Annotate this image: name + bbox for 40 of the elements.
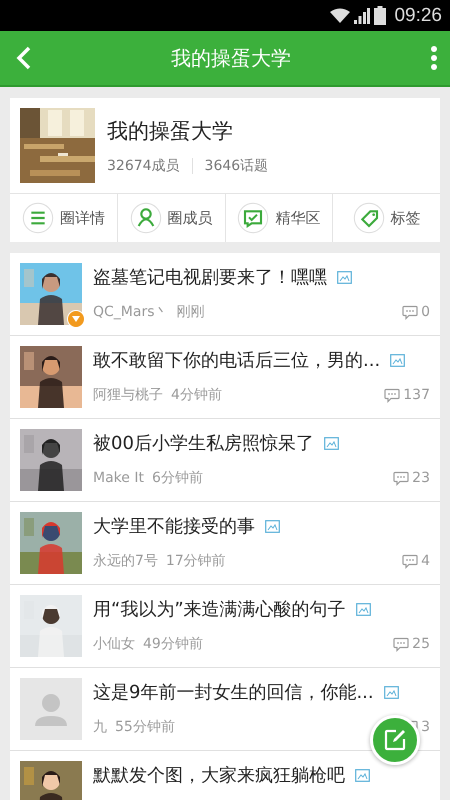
post-time: 49分钟前 [143,635,203,653]
list-icon [22,202,54,234]
header-title: 我的操蛋大学 [171,44,291,72]
back-button[interactable] [16,46,32,70]
comment-icon [402,304,418,320]
more-button[interactable] [430,45,438,71]
post-title[interactable]: 敢不敢留下你的电话后三位，男的... [93,348,380,372]
comment-count: 4 [421,553,430,569]
post-time: 17分钟前 [166,552,226,570]
comment-count: 0 [421,304,430,320]
post-title[interactable]: 被00后小学生私房照惊呆了 [93,431,314,455]
person-icon [130,202,162,234]
post-title[interactable]: 大学里不能接受的事 [93,514,255,538]
wifi-icon [330,8,350,24]
post-time: 刚刚 [176,303,205,321]
tag-icon [352,202,385,234]
member-count: 32674成员 [107,156,180,174]
comment-count: 25 [412,636,430,652]
chat-bubble-icon [237,202,270,234]
post-title[interactable]: 默默发个图，大家来疯狂躺枪吧 [93,763,345,787]
battery-icon [374,6,386,25]
post-title[interactable]: 这是9年前一封女生的回信，你能... [93,680,374,704]
comment-count: 23 [412,470,430,486]
post-time: 55分钟前 [115,718,175,736]
topic-count: 3646话题 [204,156,268,174]
comment-icon [393,636,410,652]
comment-icon [402,554,418,568]
post-time: 6分钟前 [152,469,203,487]
comment-count: 3 [421,719,430,735]
post-title[interactable]: 用“我以为”来造满满心酸的句子 [93,597,346,621]
default-avatar-icon [20,678,82,740]
group-name: 我的操蛋大学 [107,118,234,144]
comment-icon [393,470,410,486]
comment-icon [384,388,400,402]
post-time: 4分钟前 [171,386,222,404]
post-title[interactable]: 盗墓笔记电视剧要来了！嘿嘿 [93,265,327,289]
status-time: 09:26 [394,4,442,26]
signal-icon [354,8,370,24]
comment-count: 137 [403,387,430,403]
compose-icon [383,728,407,752]
